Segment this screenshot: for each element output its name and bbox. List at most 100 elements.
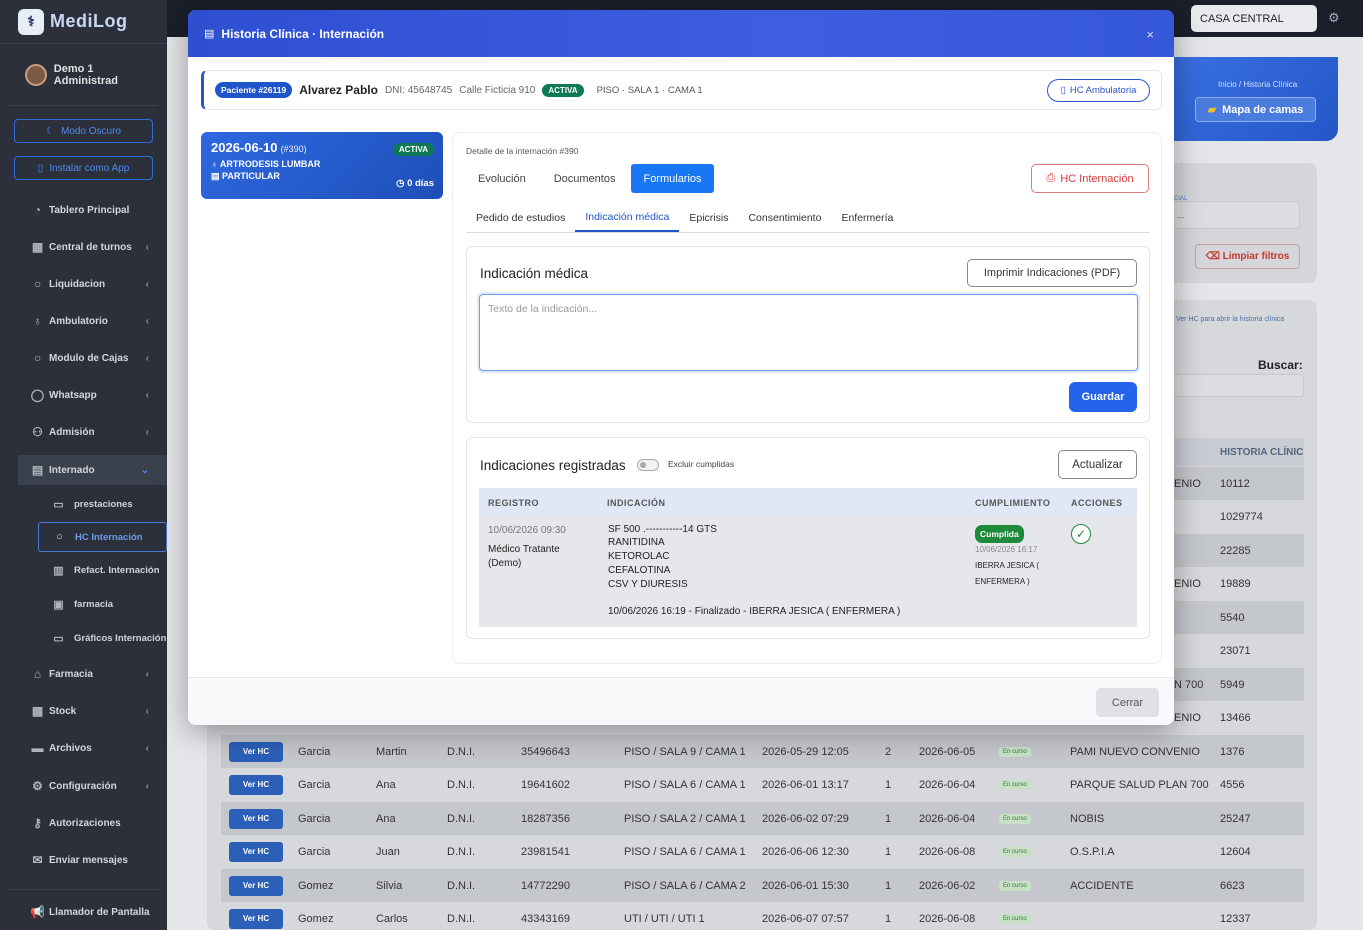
cell: 1029774 <box>1220 510 1263 523</box>
sidebar-item-autorizaciones[interactable]: ⚷ Autorizaciones <box>0 808 167 838</box>
status-badge: En curso <box>999 813 1031 824</box>
patient-name: Alvarez Pablo <box>299 83 378 97</box>
cell: PISO / SALA 6 / CAMA 1 <box>624 778 746 791</box>
user-panel[interactable]: Demo 1 Administrad <box>8 44 159 106</box>
refresh-button[interactable]: Actualizar <box>1058 450 1137 479</box>
tab-formularios[interactable]: Formularios <box>631 164 714 193</box>
stay-card[interactable]: 2026-06-10 (#390) ACTIVA ♁ ARTRODESIS LU… <box>201 132 443 199</box>
cell: 19641602 <box>521 778 570 791</box>
patient-address: Calle Ficticia 910 <box>459 84 536 96</box>
ver-hc-button[interactable]: Ver HC <box>229 808 283 829</box>
cell: D.N.I. <box>447 879 476 892</box>
tab-evolucion[interactable]: Evolución <box>466 164 538 193</box>
gauge-icon: ◔ <box>33 203 42 217</box>
column-header-hc[interactable]: HISTORIA CLÍNIC <box>1172 438 1304 466</box>
indicacion-card: Indicación médica Imprimir Indicaciones … <box>466 246 1150 423</box>
sidebar-subitem-graficos[interactable]: ▭ Gráficos Internación <box>38 623 167 653</box>
registered-title: Indicaciones registradas <box>480 458 626 473</box>
eraser-icon: ⌫ <box>1205 251 1223 262</box>
breadcrumb[interactable]: Inicio / Historia Clínica <box>1218 80 1297 89</box>
filter-field[interactable]: ... <box>1172 201 1300 229</box>
tab-documentos[interactable]: Documentos <box>542 164 628 193</box>
sidebar-subitem-prestaciones[interactable]: ▭ prestaciones <box>38 489 167 519</box>
clear-filters-button[interactable]: ⌫ Limpiar filtros <box>1195 244 1300 269</box>
sidebar-item-turnos[interactable]: ▦ Central de turnos ‹ <box>0 232 167 262</box>
cell: 1 <box>885 912 892 925</box>
sidebar-subitem-label: HC Internación <box>75 531 143 543</box>
dark-mode-label: Modo Oscuro <box>60 125 121 137</box>
sidebar-item-liquidacion[interactable]: ○ Liquidacion ‹ <box>0 269 167 299</box>
cell: 10112 <box>1220 477 1250 490</box>
cell: 2 <box>885 745 892 758</box>
record-date: 10/06/2026 09:30 <box>488 525 566 536</box>
print-pdf-button[interactable]: Imprimir Indicaciones (PDF) <box>967 259 1137 287</box>
cell: Juan <box>376 845 400 858</box>
cell: Gomez <box>298 912 334 925</box>
sidebar-item-whatsapp[interactable]: ◯ Whatsapp ‹ <box>0 380 167 410</box>
patient-location: PISO · SALA 1 · CAMA 1 <box>596 84 703 96</box>
hc-internacion-button[interactable]: ⎙ HC Internación <box>1031 164 1149 193</box>
main-tabs: Evolución Documentos Formularios <box>466 164 714 193</box>
sidebar-item-llamador[interactable]: 📢 Llamador de Pantalla <box>0 897 167 927</box>
logo-icon: ⚕ <box>18 8 44 35</box>
tab-enfermeria[interactable]: Enfermería <box>831 204 903 232</box>
sidebar-item-configuracion[interactable]: ⚙ Configuración ‹ <box>0 771 167 801</box>
clock-icon: ◷ <box>396 178 405 189</box>
cell: 1 <box>885 778 892 791</box>
cell: PISO / SALA 6 / CAMA 1 <box>624 845 746 858</box>
phone-icon: ▯ <box>37 162 44 174</box>
cell: PISO / SALA 9 / CAMA 1 <box>624 745 746 758</box>
column-header: CUMPLIMIENTO <box>975 497 1051 508</box>
close-icon[interactable]: × <box>1146 27 1154 42</box>
sidebar-item-mensajes[interactable]: ✉ Enviar mensajes <box>0 845 167 875</box>
sidebar-subitem-label: farmacia <box>74 598 114 610</box>
ver-hc-button[interactable]: Ver HC <box>229 908 283 929</box>
sidebar-item-ambulatorio[interactable]: ♁ Ambulatorio ‹ <box>0 306 167 336</box>
ver-hc-button[interactable]: Ver HC <box>229 774 283 795</box>
cell: 43343169 <box>521 912 570 925</box>
sidebar-item-stock[interactable]: ▩ Stock ‹ <box>0 696 167 726</box>
save-button[interactable]: Guardar <box>1069 382 1137 412</box>
tab-consentimiento[interactable]: Consentimiento <box>738 204 831 232</box>
sidebar-item-cajas[interactable]: ○ Modulo de Cajas ‹ <box>0 343 167 373</box>
ver-hc-button[interactable]: Ver HC <box>229 741 283 762</box>
sidebar-item-admision[interactable]: ⚇ Admisión ‹ <box>0 417 167 447</box>
logo[interactable]: ⚕ MediLog <box>0 0 167 44</box>
sidebar-item-archivos[interactable]: ▬ Archivos ‹ <box>0 733 167 763</box>
cell: 1 <box>885 879 892 892</box>
cell: 1376 <box>1220 745 1245 758</box>
tab-epicrisis[interactable]: Epicrisis <box>679 204 738 232</box>
sidebar-item-tablero[interactable]: ◔ Tablero Principal <box>0 195 167 225</box>
ver-hc-button[interactable]: Ver HC <box>229 875 283 896</box>
cell: 2026-06-01 15:30 <box>762 879 849 892</box>
location-select[interactable]: CASA CENTRAL <box>1191 5 1317 32</box>
indicacion-textarea[interactable]: Texto de la indicación... <box>479 294 1138 371</box>
status-badge: En curso <box>999 846 1031 857</box>
tab-indicacion-medica[interactable]: Indicación médica <box>575 204 680 232</box>
hc-ambulatoria-button[interactable]: ▯ HC Ambulatoria <box>1047 79 1150 102</box>
hc-internacion-label: HC Internación <box>1060 172 1134 185</box>
sidebar-subitem-refact[interactable]: ▥ Refact. Internación <box>38 555 167 585</box>
sidebar-subitem-farmacia[interactable]: ▣ farmacia <box>38 589 167 619</box>
exclude-completed-toggle[interactable] <box>637 459 659 471</box>
sidebar-item-label: Llamador de Pantalla <box>49 906 150 918</box>
tab-pedido-estudios[interactable]: Pedido de estudios <box>466 204 575 232</box>
exclude-completed-label: Excluir cumplidas <box>668 459 735 469</box>
close-button[interactable]: Cerrar <box>1096 688 1159 717</box>
check-icon[interactable]: ✓ <box>1071 524 1091 544</box>
cell: Carlos <box>376 912 408 925</box>
table-row: ENIO 13466 <box>1172 701 1304 734</box>
dark-mode-button[interactable]: ☾ Modo Oscuro <box>14 119 153 143</box>
ver-hc-button[interactable]: Ver HC <box>229 841 283 862</box>
sidebar-subitem-hc-internacion[interactable]: ○ HC Internación <box>38 522 167 552</box>
completed-by-2: ENFERMERA ) <box>975 577 1030 586</box>
user-settings-icon[interactable]: ⚙ <box>1328 10 1340 26</box>
search-input[interactable] <box>1172 374 1304 397</box>
sidebar-item-farmacia[interactable]: ⌂ Farmacia ‹ <box>0 659 167 689</box>
whatsapp-icon: ◯ <box>30 388 45 402</box>
sidebar-item-internado[interactable]: ▤ Internado ⌄ <box>18 455 167 485</box>
bed-map-button[interactable]: ▰ Mapa de camas <box>1195 97 1316 122</box>
install-app-button[interactable]: ▯ Instalar como App <box>14 156 153 180</box>
clinical-history-modal: ▤ Historia Clínica · Internación × Pacie… <box>188 10 1174 725</box>
cell: 2026-06-01 13:17 <box>762 778 849 791</box>
